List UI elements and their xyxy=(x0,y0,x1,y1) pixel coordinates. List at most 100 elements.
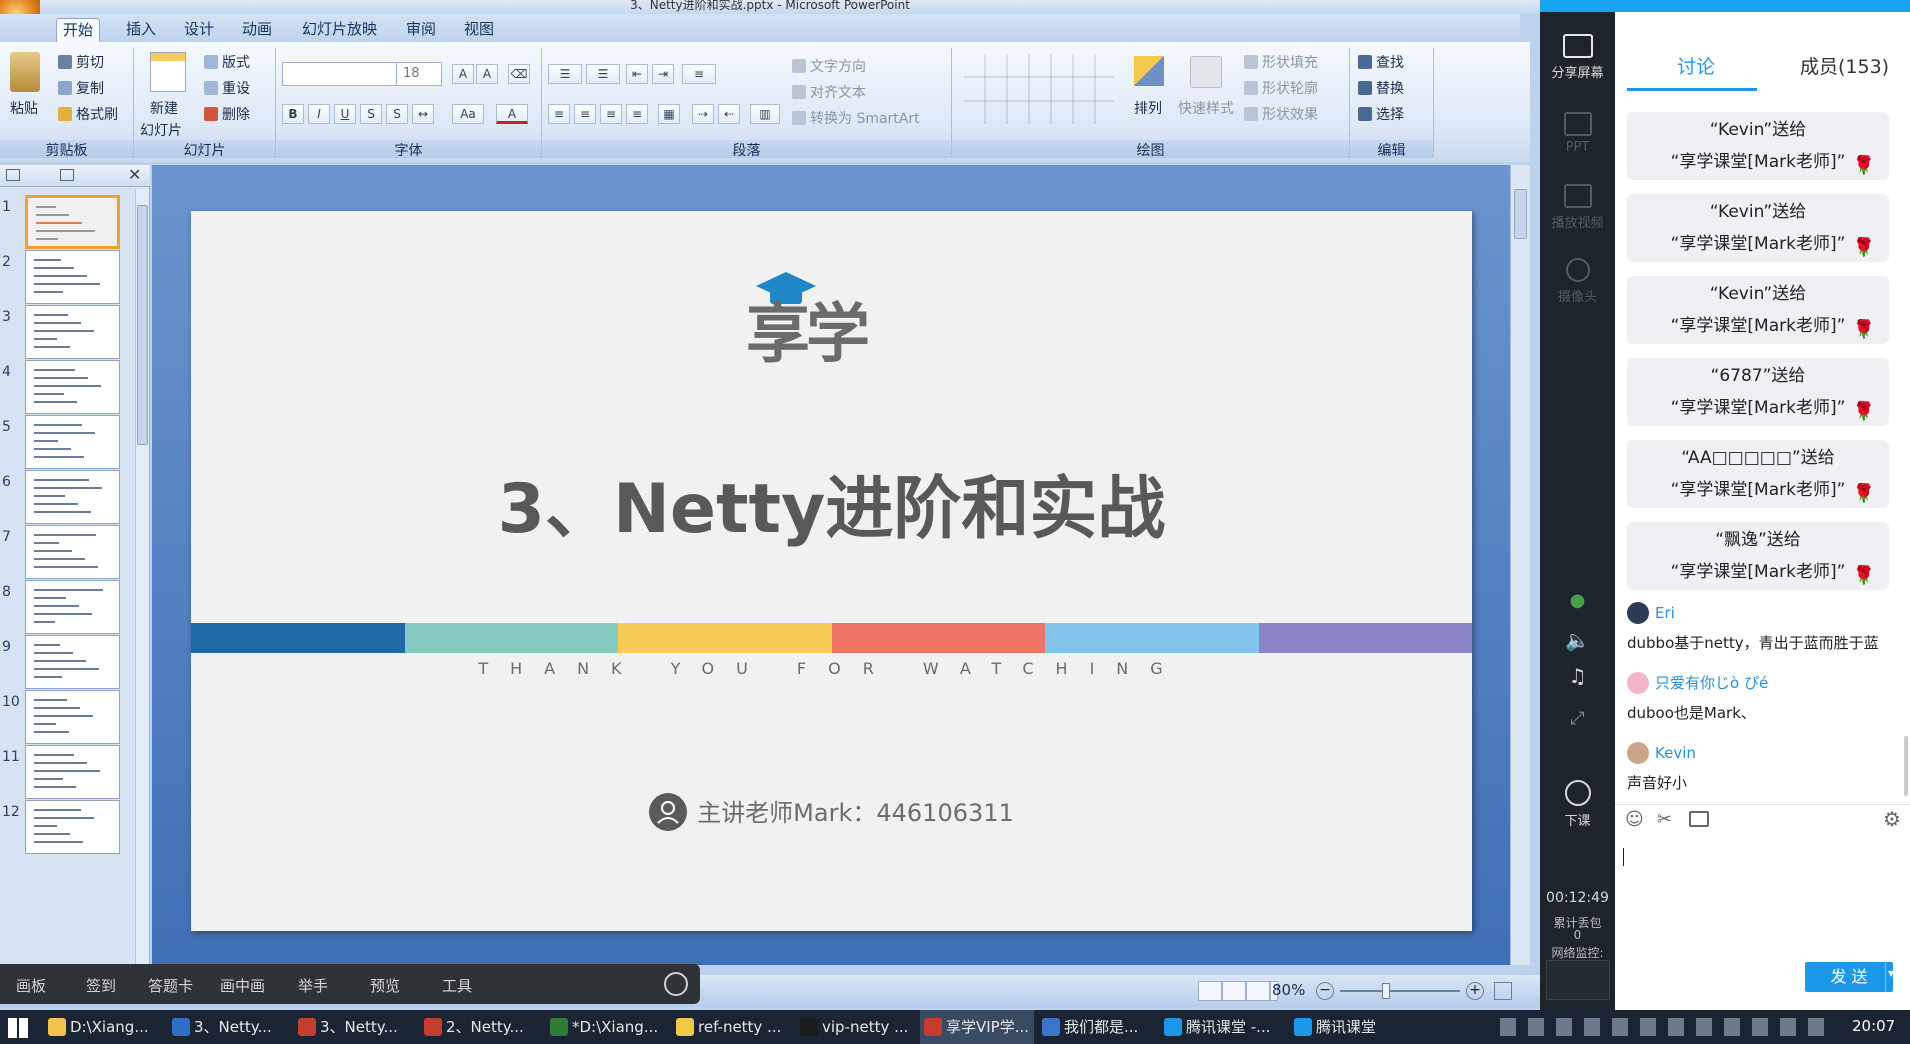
taskbar-item[interactable]: *D:\Xiang... xyxy=(546,1010,668,1044)
share-screen-button[interactable]: 分享屏幕 xyxy=(1540,34,1615,81)
send-dropdown[interactable] xyxy=(1885,962,1886,992)
image-icon[interactable] xyxy=(1689,811,1709,827)
tab-insert[interactable]: 插入 xyxy=(120,18,162,42)
zoom-in-icon[interactable]: + xyxy=(1466,982,1484,1000)
select-button[interactable]: 选择 xyxy=(1358,104,1404,124)
new-slide-button[interactable]: 新建 xyxy=(150,98,178,118)
slide-thumbnail[interactable]: 7 xyxy=(0,525,135,583)
font-color-button[interactable]: A xyxy=(496,104,528,124)
arrange-button[interactable]: 排列 xyxy=(1134,98,1162,118)
slide-thumbnail[interactable]: 5 xyxy=(0,415,135,473)
fullscreen-icon[interactable]: ⤢ xyxy=(1540,708,1615,729)
slide-preview[interactable] xyxy=(25,195,120,249)
slide-thumbnail[interactable]: 10 xyxy=(0,690,135,748)
panel-scrollbar[interactable] xyxy=(135,189,149,965)
justify-button[interactable]: ≡ xyxy=(626,104,648,124)
paste-icon[interactable] xyxy=(10,52,40,92)
shrink-font-button[interactable]: A xyxy=(476,64,498,84)
slide-preview[interactable] xyxy=(25,580,120,634)
slide-thumbnail[interactable]: 11 xyxy=(0,745,135,803)
layout-button[interactable]: 版式 xyxy=(204,52,250,72)
tab-discuss[interactable]: 讨论 xyxy=(1677,52,1715,79)
slide-preview[interactable] xyxy=(25,745,120,799)
taskbar-item[interactable]: 腾讯课堂 -... xyxy=(1160,1010,1286,1044)
align-right-button[interactable]: ≡ xyxy=(600,104,622,124)
slide-preview[interactable] xyxy=(25,250,120,304)
strikethrough-button[interactable]: S xyxy=(360,104,382,124)
shadow-button[interactable]: S xyxy=(386,104,408,124)
send-button[interactable]: 发 送 xyxy=(1805,962,1893,992)
raise-hand-button[interactable]: 举手 xyxy=(298,975,328,996)
slide-thumbnail[interactable]: 8 xyxy=(0,580,135,638)
tab-members[interactable]: 成员(153) xyxy=(1800,52,1889,79)
chat-scrollbar[interactable] xyxy=(1904,736,1908,796)
slide-thumbnail[interactable]: 1 xyxy=(0,195,135,253)
slide-preview[interactable] xyxy=(25,470,120,524)
slide-thumbnail[interactable]: 6 xyxy=(0,470,135,528)
chat-username[interactable]: 只爱有你じò ぴé xyxy=(1627,672,1768,694)
tab-review[interactable]: 审阅 xyxy=(400,18,442,42)
rtl-button[interactable]: ⇠ xyxy=(718,104,740,124)
slides-tab-icon[interactable] xyxy=(6,169,20,181)
taskbar-item[interactable]: vip-netty ... xyxy=(796,1010,916,1044)
answer-card-button[interactable]: 答题卡 xyxy=(148,975,193,996)
current-slide[interactable]: 享学 3、Netty进阶和实战 THANK YOU FOR WATCHING 主… xyxy=(191,211,1472,931)
tray-icons[interactable] xyxy=(1500,1018,1830,1036)
scissors-icon[interactable]: ✂ xyxy=(1657,809,1672,830)
tab-home[interactable]: 开始 xyxy=(56,18,101,42)
quick-styles-icon[interactable] xyxy=(1190,56,1222,88)
shapes-gallery[interactable] xyxy=(964,54,1114,124)
tab-view[interactable]: 视图 xyxy=(458,18,500,42)
slide-thumbnail[interactable]: 2 xyxy=(0,250,135,308)
bold-button[interactable]: B xyxy=(282,104,304,124)
slide-thumbnail[interactable]: 3 xyxy=(0,305,135,363)
replace-button[interactable]: 替换 xyxy=(1358,78,1404,98)
checkin-button[interactable]: 签到 xyxy=(86,975,116,996)
camera-button[interactable]: 摄像头 xyxy=(1540,258,1615,305)
align-text-button[interactable]: 对齐文本 xyxy=(792,82,866,102)
align-center-button[interactable]: ≡ xyxy=(574,104,596,124)
mic-icon[interactable]: ● xyxy=(1540,590,1615,611)
slide-thumbnail[interactable]: 4 xyxy=(0,360,135,418)
shape-effects-button[interactable]: 形状效果 xyxy=(1244,104,1318,124)
new-slide-icon[interactable] xyxy=(150,52,186,92)
slide-preview[interactable] xyxy=(25,800,120,854)
settings-icon[interactable]: ⚙ xyxy=(1883,807,1901,831)
slide-thumbnail[interactable]: 9 xyxy=(0,635,135,693)
taskbar-item[interactable]: ref-netty ... xyxy=(672,1010,792,1044)
taskbar-item[interactable]: 享学VIP学... xyxy=(920,1010,1034,1044)
paste-button[interactable]: 粘贴 xyxy=(10,98,38,118)
slide-preview[interactable] xyxy=(25,635,120,689)
smartart-button[interactable]: 转换为 SmartArt xyxy=(792,108,920,128)
ltr-button[interactable]: ⇢ xyxy=(692,104,714,124)
taskbar-item[interactable]: D:\Xiang... xyxy=(44,1010,164,1044)
tools-button[interactable]: 工具 xyxy=(442,975,472,996)
new-slide-label[interactable]: 幻灯片 xyxy=(140,120,182,140)
close-panel-icon[interactable]: ✕ xyxy=(128,165,141,184)
numbering-button[interactable]: ☰ xyxy=(586,64,620,84)
taskbar-item[interactable]: 我们都是... xyxy=(1038,1010,1156,1044)
play-video-button[interactable]: 播放视频 xyxy=(1540,184,1615,231)
quick-styles-button[interactable]: 快速样式 xyxy=(1178,98,1234,118)
decrease-indent-button[interactable]: ⇤ xyxy=(626,64,648,84)
italic-button[interactable]: I xyxy=(308,104,330,124)
slide-preview[interactable] xyxy=(25,360,120,414)
zoom-level[interactable]: 80% xyxy=(1272,981,1305,999)
bullets-button[interactable]: ☰ xyxy=(548,64,582,84)
distribute-button[interactable]: ▦ xyxy=(658,104,680,124)
delete-button[interactable]: 删除 xyxy=(204,104,250,124)
text-direction-button[interactable]: 文字方向 xyxy=(792,56,866,76)
preview-button[interactable]: 预览 xyxy=(370,975,400,996)
taskbar-item[interactable]: 腾讯课堂 xyxy=(1290,1010,1400,1044)
slide-preview[interactable] xyxy=(25,415,120,469)
emoji-icon[interactable]: ☺ xyxy=(1625,809,1644,830)
format-painter-button[interactable]: 格式刷 xyxy=(58,104,118,124)
change-case-button[interactable]: Aa xyxy=(452,104,484,124)
pip-button[interactable]: 画中画 xyxy=(220,975,265,996)
chat-username[interactable]: Kevin xyxy=(1627,742,1696,764)
zoom-out-icon[interactable]: − xyxy=(1316,982,1334,1000)
columns-button[interactable]: ▥ xyxy=(750,104,780,124)
grow-font-button[interactable]: A xyxy=(452,64,474,84)
tab-animation[interactable]: 动画 xyxy=(236,18,278,42)
outline-tab-icon[interactable] xyxy=(60,169,74,181)
